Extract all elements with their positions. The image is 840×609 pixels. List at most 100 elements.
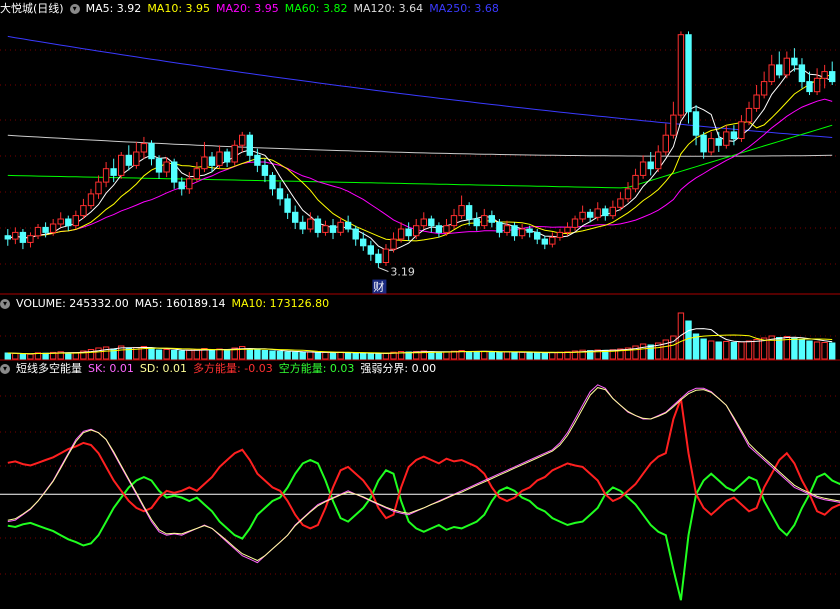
candle-body: [133, 151, 140, 166]
volume-header: ▾ VOLUME: 245332.00 MA5: 160189.14 MA10: 17…: [0, 296, 335, 312]
candle-body: [677, 34, 685, 116]
volume-bar: [223, 349, 231, 360]
candle-body: [292, 211, 299, 223]
candle-body: [254, 154, 261, 166]
qiang-value: 强弱分界: 0.00: [360, 362, 437, 375]
ma-legend-item: MA5: 3.92: [85, 2, 142, 15]
ma-legend-item: MA250: 3.68: [429, 2, 499, 15]
candle-body: [284, 198, 291, 213]
candle-body: [397, 228, 405, 240]
candle-body: [329, 225, 337, 233]
candle-body: [118, 154, 125, 176]
volume-bar: [352, 352, 359, 360]
volume-bar: [730, 342, 738, 360]
candle-body: [246, 134, 254, 156]
indicator-title: 短线多空能量: [16, 362, 82, 375]
volume-bar: [148, 348, 155, 360]
volume-bar: [443, 351, 450, 360]
candle-body: [420, 218, 428, 227]
volume-bar: [526, 351, 533, 360]
candle-body: [760, 81, 768, 96]
candle-body: [670, 114, 677, 136]
volume-bar: [776, 337, 783, 360]
candle-body: [700, 134, 707, 153]
candle-body: [511, 225, 518, 237]
volume-bar: [829, 342, 836, 360]
candle-body: [730, 131, 738, 140]
volume-bar: [685, 320, 692, 360]
ma-legend: MA5: 3.92 MA10: 3.95 MA20: 3.95 MA60: 3.82 M…: [86, 2, 505, 15]
candle-body: [571, 218, 579, 228]
candle-body: [488, 215, 496, 223]
volume-bar: [503, 351, 511, 360]
volume-ma10: MA10: 173126.80: [231, 297, 330, 310]
candle-body: [723, 131, 730, 146]
volume-bar: [360, 353, 367, 360]
volume-bar: [284, 351, 291, 360]
volume-bar: [155, 349, 163, 360]
volume-bar: [322, 351, 329, 360]
volume-bar: [171, 350, 178, 360]
candle-body: [57, 218, 64, 225]
volume-bar: [435, 351, 443, 360]
candle-body: [647, 161, 654, 170]
dropdown-icon[interactable]: ▾: [0, 364, 10, 374]
volume-bar: [65, 352, 72, 360]
candle-body: [481, 215, 488, 227]
candle-body: [655, 151, 662, 170]
candle-body: [413, 225, 420, 237]
candle-body: [806, 81, 813, 93]
candle-body: [450, 215, 458, 227]
candle-body: [639, 161, 647, 176]
candle-body: [375, 253, 382, 264]
volume-bar: [27, 353, 34, 360]
volume-bar: [465, 351, 473, 360]
candle-body: [49, 223, 57, 233]
candle-body: [405, 228, 412, 237]
candle-body: [155, 158, 163, 173]
volume-bar: [42, 352, 49, 360]
sd-value: SD: 0.01: [139, 362, 188, 375]
candle-body: [216, 151, 223, 166]
candle-body: [27, 235, 34, 243]
candle-body: [223, 151, 231, 163]
candle-body: [276, 188, 284, 200]
volume-bar: [163, 349, 170, 360]
candle-body: [798, 64, 806, 83]
volume-bar: [292, 351, 299, 360]
candle-body: [125, 154, 132, 166]
candle-body: [473, 218, 480, 227]
candle-body: [768, 64, 775, 83]
candle-body: [95, 181, 102, 195]
candle-body: [239, 134, 246, 146]
candle-body: [594, 208, 601, 218]
candle-body: [685, 34, 692, 113]
candle-body: [163, 161, 170, 173]
candle-body: [541, 238, 548, 245]
candle-body: [579, 211, 586, 220]
candle-body: [102, 168, 110, 183]
volume-bar: [337, 351, 344, 360]
candle-body: [171, 161, 178, 183]
candle-body: [72, 215, 79, 227]
sk-line: [7, 384, 840, 564]
volume-bar: [511, 352, 518, 360]
dropdown-icon[interactable]: ▾: [69, 4, 80, 14]
candle-body: [231, 144, 238, 163]
candle-body: [632, 174, 639, 190]
dropdown-icon[interactable]: ▾: [0, 299, 10, 309]
candle-body: [776, 64, 783, 76]
candle-body: [564, 226, 571, 233]
candle-body: [821, 71, 828, 79]
volume-bar: [95, 347, 102, 360]
volume-bar: [261, 350, 269, 360]
volume-bar: [708, 340, 715, 360]
candle-body: [42, 226, 49, 233]
candle-body: [80, 205, 87, 217]
volume-bar: [488, 351, 496, 360]
ma-legend-item: MA10: 3.95: [147, 2, 211, 15]
volume-bar: [314, 352, 322, 360]
candle-body: [829, 71, 836, 83]
cai-label: 财: [373, 280, 384, 294]
ma-legend-item: MA120: 3.64: [353, 2, 424, 15]
